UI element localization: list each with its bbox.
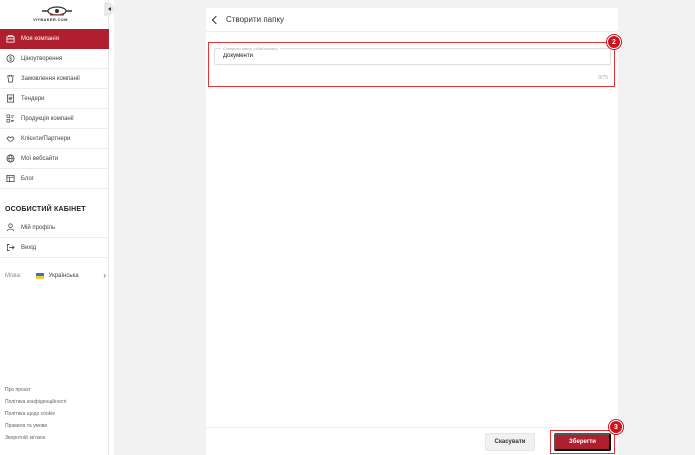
folder-name-field[interactable]: Створити папку (обов'язково) <box>214 46 611 65</box>
tenders-icon <box>5 94 15 104</box>
step-badge-2: 2 <box>607 35 621 49</box>
collapse-sidebar-button[interactable] <box>104 2 114 16</box>
sidebar-item-my-profile[interactable]: Мій профіль <box>0 218 109 238</box>
personal-menu: Мій профіль Вихід <box>0 218 109 258</box>
save-button[interactable]: Зберегти <box>554 433 611 451</box>
sidebar-item-company-orders[interactable]: Замовлення компанії <box>0 69 109 89</box>
language-value: Українська <box>48 273 79 279</box>
sidebar-menu: Моя компанія $ Ціноутворення Замовлення … <box>0 29 109 189</box>
footer-link-privacy[interactable]: Політика конфіденційності <box>5 396 67 408</box>
sidebar-item-pricing[interactable]: $ Ціноутворення <box>0 49 109 69</box>
language-selector[interactable]: Мова: Українська › <box>5 270 109 282</box>
page-header: Створити папку <box>206 8 618 32</box>
sidebar-item-label: Замовлення компанії <box>21 75 80 82</box>
footer-link-cookie[interactable]: Політика щодо cookie <box>5 408 67 420</box>
sidebar-item-my-company[interactable]: Моя компанія <box>0 29 109 49</box>
logo-text: VIYBAKER.COM <box>33 17 68 22</box>
logout-icon <box>5 243 15 253</box>
chevron-right-icon: › <box>103 271 106 280</box>
sidebar-item-logout[interactable]: Вихід <box>0 238 109 258</box>
sidebar-item-tenders[interactable]: Тендери <box>0 89 109 109</box>
company-icon <box>5 34 15 44</box>
ukraine-flag-icon <box>35 273 44 279</box>
footer-link-terms[interactable]: Правила та умови <box>5 420 67 432</box>
sidebar-item-label: Клієнти/Партнери <box>21 135 71 142</box>
sidebar-item-label: Тендери <box>21 95 45 102</box>
back-arrow-icon[interactable] <box>213 17 223 23</box>
products-icon <box>5 114 15 124</box>
sidebar-item-label: Блог <box>21 175 34 182</box>
create-folder-card: Створити папку Створити папку (обов'язко… <box>206 8 618 455</box>
save-button-highlight: Зберегти <box>550 430 615 454</box>
sidebar-item-label: Мій профіль <box>21 224 56 231</box>
svg-text:$: $ <box>9 56 12 62</box>
personal-cabinet-heading: ОСОБИСТИЙ КАБІНЕТ <box>5 206 86 213</box>
character-counter: 9/75 <box>598 75 608 81</box>
blog-icon <box>5 174 15 184</box>
folder-name-input[interactable] <box>223 53 603 59</box>
cancel-button[interactable]: Скасувати <box>485 433 535 451</box>
footer-links: Про проєкт Політика конфіденційності Пол… <box>5 384 67 444</box>
language-label: Мова: <box>5 273 22 279</box>
action-bar: Скасувати Зберегти <box>206 427 618 455</box>
dollar-icon: $ <box>5 54 15 64</box>
sidebar-item-blog[interactable]: Блог <box>0 169 109 189</box>
sidebar-item-clients-partners[interactable]: Клієнти/Партнери <box>0 129 109 149</box>
sidebar-item-label: Мої вебсайти <box>21 155 59 162</box>
footer-link-feedback[interactable]: Зворотній зв'язок <box>5 432 67 444</box>
folder-name-highlight: Створити папку (обов'язково) 9/75 <box>208 42 615 87</box>
sidebar-item-label: Моя компанія <box>21 35 59 42</box>
globe-icon <box>5 154 15 164</box>
orders-icon <box>5 74 15 84</box>
sidebar-item-label: Вихід <box>21 244 37 251</box>
handshake-icon <box>5 134 15 144</box>
folder-name-label: Створити папку (обов'язково) <box>221 46 280 51</box>
page-title: Створити папку <box>226 15 285 24</box>
sidebar-item-label: Продукція компанії <box>21 115 74 122</box>
step-badge-3: 3 <box>609 420 623 434</box>
user-icon <box>5 223 15 233</box>
sidebar-item-my-websites[interactable]: Мої вебсайти <box>0 149 109 169</box>
sidebar-item-label: Ціноутворення <box>21 55 63 62</box>
sidebar: VIYBAKER.COM Моя компанія $ Ціноутворенн… <box>0 0 114 455</box>
footer-link-about[interactable]: Про проєкт <box>5 384 67 396</box>
sidebar-item-company-products[interactable]: Продукція компанії <box>0 109 109 129</box>
